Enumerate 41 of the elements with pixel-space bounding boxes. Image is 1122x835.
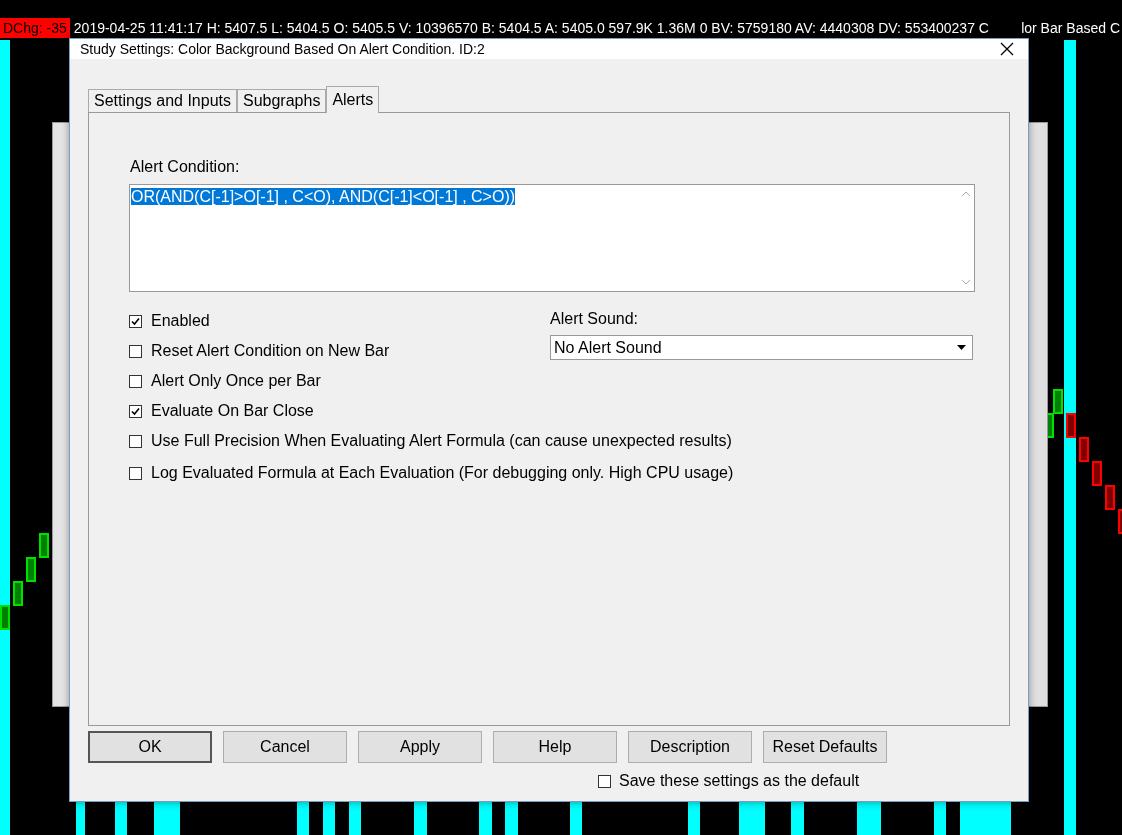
dropdown-caret-icon[interactable] [957, 345, 966, 350]
save-default-label: Save these settings as the default [619, 772, 860, 790]
option-label: Alert Only Once per Bar [151, 372, 321, 390]
alert-condition-label: Alert Condition: [130, 158, 241, 176]
option-label: Enabled [151, 312, 210, 330]
up-candle [39, 533, 49, 558]
checkbox[interactable] [129, 434, 142, 448]
dialog-button[interactable]: OK [88, 731, 212, 763]
close-icon[interactable] [1000, 42, 1014, 56]
tab[interactable]: Alerts [326, 86, 380, 113]
tab[interactable]: Settings and Inputs [88, 89, 237, 112]
tab[interactable]: Subgraphs [237, 89, 327, 112]
checkbox[interactable] [129, 374, 142, 388]
down-candle [1105, 485, 1115, 510]
option-label: Use Full Precision When Evaluating Alert Formula (can cause unexpected results) [151, 432, 732, 450]
down-candle [1092, 461, 1102, 486]
dialog-button[interactable]: Help [493, 731, 617, 763]
checkbox[interactable] [598, 774, 611, 788]
dialog-button[interactable]: Apply [358, 731, 482, 763]
change-label: DChg: -35 [0, 18, 70, 38]
down-candle [1079, 437, 1089, 462]
alert-sound-dropdown[interactable]: No Alert Sound [550, 335, 973, 360]
dialog-button[interactable]: Cancel [223, 731, 347, 763]
up-candle [1053, 389, 1063, 414]
bar-info-text: 2019-04-25 11:41:17 H: 5407.5 L: 5404.5 O: 5405.5 V: 10396570 B: 5404.5 A: 5405.0 597.9K 1.36M 0 BV: 5759180 AV: 4440308 DV: 553400237 C [73, 19, 989, 38]
dialog-button[interactable]: Reset Defaults [763, 731, 887, 763]
alert-sound-label: Alert Sound: [550, 310, 640, 328]
checkbox[interactable] [129, 466, 142, 480]
up-candle [13, 581, 23, 606]
option-label: Log Evaluated Formula at Each Evaluation (For debugging only. High CPU usage) [151, 464, 734, 482]
option-label: Reset Alert Condition on New Bar [151, 342, 390, 360]
window-title: Study Settings: Color Background Based On Alert Condition. ID:2 [80, 41, 485, 57]
dialog-button[interactable]: Description [628, 731, 752, 763]
up-candle [0, 605, 10, 630]
up-candle [26, 557, 36, 582]
down-candle [1066, 413, 1076, 438]
checkbox[interactable] [129, 404, 142, 418]
option-label: Evaluate On Bar Close [151, 402, 314, 420]
checkbox[interactable] [129, 344, 142, 358]
down-candle [1118, 509, 1122, 534]
checkbox[interactable] [129, 314, 142, 328]
